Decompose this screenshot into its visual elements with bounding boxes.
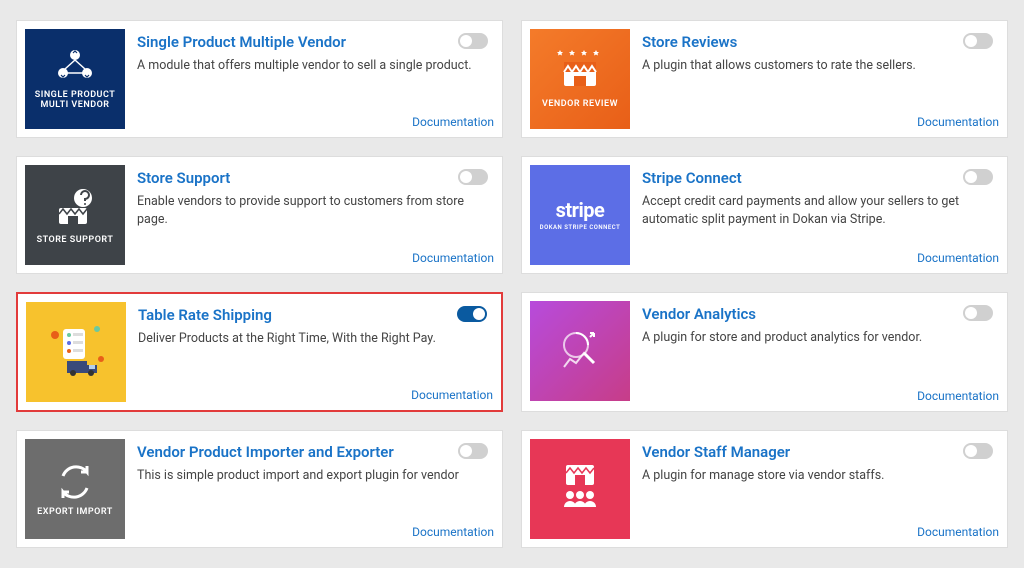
documentation-link[interactable]: Documentation [137,115,494,129]
review-stars-icon [552,48,608,96]
module-description: Deliver Products at the Right Time, With… [138,330,493,388]
module-title[interactable]: Vendor Staff Manager [642,443,999,461]
module-content: Vendor Analytics A plugin for store and … [630,301,999,403]
multi-vendor-icon [53,47,97,87]
documentation-link[interactable]: Documentation [642,389,999,403]
module-content: Table Rate Shipping Deliver Products at … [126,302,493,402]
enable-toggle[interactable] [458,33,488,49]
module-card: VENDOR REVIEW Store Reviews A plugin tha… [521,20,1008,138]
thumb-label: VENDOR REVIEW [542,100,618,110]
documentation-link[interactable]: Documentation [137,525,494,539]
module-content: Vendor Product Importer and Exporter Thi… [125,439,494,539]
enable-toggle[interactable] [458,169,488,185]
module-title[interactable]: Stripe Connect [642,169,999,187]
documentation-link[interactable]: Documentation [642,525,999,539]
stripe-logo-icon: stripe [556,199,605,221]
module-title[interactable]: Vendor Product Importer and Exporter [137,443,494,461]
shipping-icon [41,315,111,385]
module-description: A plugin for store and product analytics… [642,329,999,389]
module-title[interactable]: Store Reviews [642,33,999,51]
module-card-highlighted: Table Rate Shipping Deliver Products at … [16,292,503,412]
module-thumbnail [26,302,126,402]
module-card: EXPORT IMPORT Vendor Product Importer an… [16,430,503,548]
module-thumbnail: SINGLE PRODUCT MULTI VENDOR [25,29,125,129]
module-description: This is simple product import and export… [137,467,494,525]
module-card: Vendor Analytics A plugin for store and … [521,292,1008,412]
module-card: Vendor Staff Manager A plugin for manage… [521,430,1008,548]
module-title[interactable]: Single Product Multiple Vendor [137,33,494,51]
module-thumbnail: stripe DOKAN STRIPE CONNECT [530,165,630,265]
thumb-label: DOKAN STRIPE CONNECT [540,225,621,232]
module-title[interactable]: Vendor Analytics [642,305,999,323]
module-description: A plugin for manage store via vendor sta… [642,467,999,525]
documentation-link[interactable]: Documentation [642,115,999,129]
module-thumbnail: VENDOR REVIEW [530,29,630,129]
module-content: Vendor Staff Manager A plugin for manage… [630,439,999,539]
documentation-link[interactable]: Documentation [137,251,494,265]
module-content: Single Product Multiple Vendor A module … [125,29,494,129]
module-title[interactable]: Table Rate Shipping [138,306,493,324]
documentation-link[interactable]: Documentation [642,251,999,265]
module-thumbnail: STORE SUPPORT [25,165,125,265]
module-content: Store Support Enable vendors to provide … [125,165,494,265]
module-card: stripe DOKAN STRIPE CONNECT Stripe Conne… [521,156,1008,274]
module-description: A plugin that allows customers to rate t… [642,57,999,115]
import-export-icon [53,460,97,504]
enable-toggle[interactable] [458,443,488,459]
module-description: A module that offers multiple vendor to … [137,57,494,115]
module-content: Stripe Connect Accept credit card paymen… [630,165,999,265]
thumb-label: SINGLE PRODUCT MULTI VENDOR [29,91,121,111]
module-thumbnail [530,301,630,401]
module-card: STORE SUPPORT Store Support Enable vendo… [16,156,503,274]
enable-toggle[interactable] [457,306,487,322]
enable-toggle[interactable] [963,443,993,459]
staff-icon [552,459,608,515]
thumb-label: EXPORT IMPORT [37,508,113,518]
module-content: Store Reviews A plugin that allows custo… [630,29,999,129]
documentation-link[interactable]: Documentation [138,388,493,402]
analytics-icon [550,319,610,379]
module-title[interactable]: Store Support [137,169,494,187]
enable-toggle[interactable] [963,305,993,321]
module-thumbnail: EXPORT IMPORT [25,439,125,539]
support-icon [51,184,99,232]
thumb-label: STORE SUPPORT [37,236,114,246]
module-description: Accept credit card payments and allow yo… [642,193,999,251]
modules-grid: SINGLE PRODUCT MULTI VENDOR Single Produ… [16,20,1008,548]
module-card: SINGLE PRODUCT MULTI VENDOR Single Produ… [16,20,503,138]
enable-toggle[interactable] [963,33,993,49]
module-description: Enable vendors to provide support to cus… [137,193,494,251]
module-thumbnail [530,439,630,539]
enable-toggle[interactable] [963,169,993,185]
